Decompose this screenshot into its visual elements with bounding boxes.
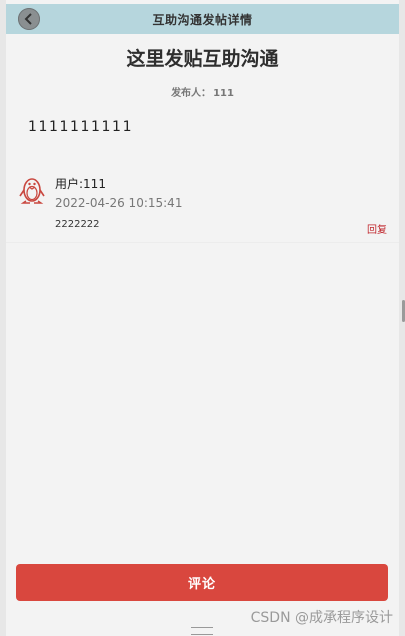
post-title: 这里发贴互助沟通	[126, 48, 279, 70]
reply-button[interactable]: 回复	[367, 221, 387, 236]
post-content: 1111111111	[28, 119, 134, 135]
top-nav-bar: 互助沟通发帖详情	[6, 4, 399, 34]
back-button[interactable]	[18, 8, 40, 30]
reply-username: 用户:111	[55, 177, 106, 191]
reply-timestamp: 2022-04-26 10:15:41	[55, 196, 183, 210]
reply-content: 2222222	[55, 219, 100, 230]
publisher-name: 111	[213, 88, 234, 99]
publisher-line: 发布人： 111	[0, 84, 405, 99]
comment-button[interactable]: 评论	[16, 564, 388, 601]
page-title: 互助沟通发帖详情	[152, 12, 253, 27]
list-item: 用户:111 2022-04-26 10:15:41 2222222 回复	[6, 163, 399, 243]
publisher-label: 发布人：	[171, 88, 212, 99]
qq-penguin-icon	[19, 178, 45, 204]
watermark: CSDN @成承程序设计	[250, 610, 393, 626]
home-indicator	[191, 627, 213, 635]
chevron-left-icon	[24, 13, 32, 25]
